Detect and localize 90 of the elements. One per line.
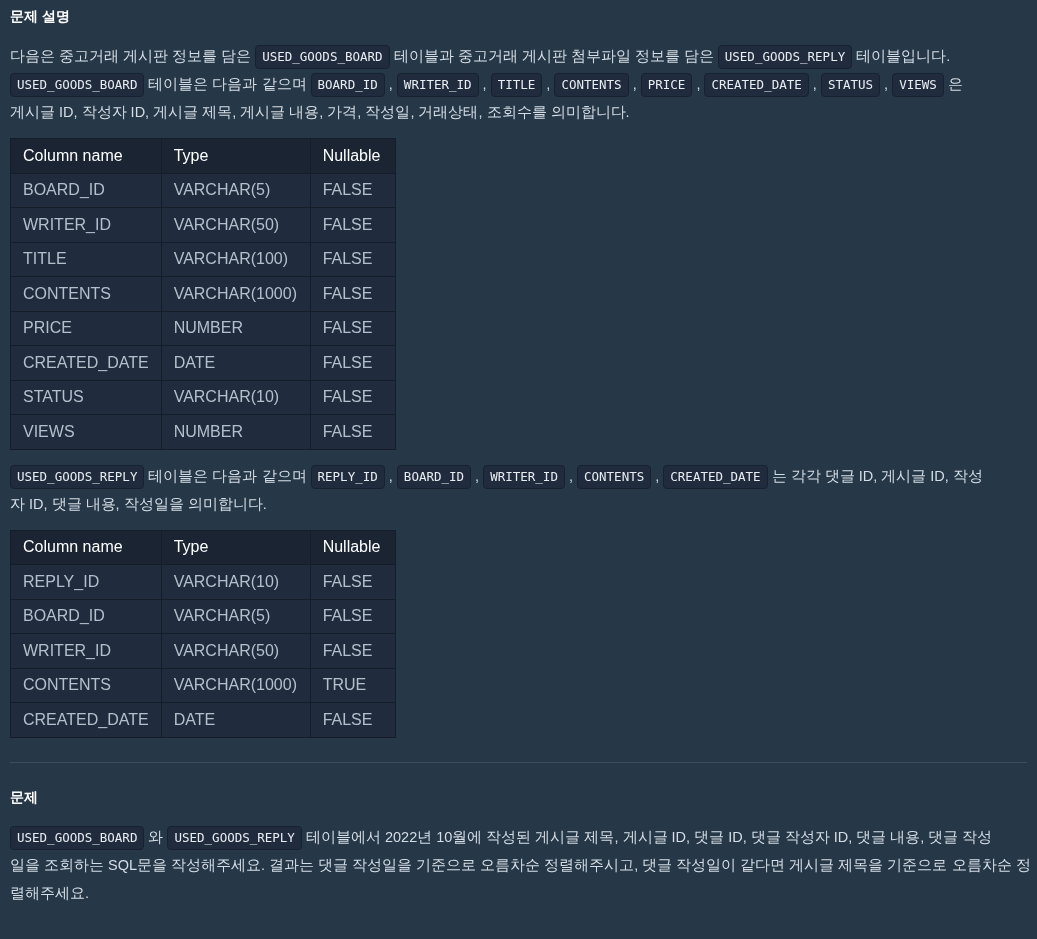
table-cell: FALSE [310, 276, 396, 311]
table-cell: FALSE [310, 599, 396, 634]
description-text: , [695, 75, 702, 94]
table-cell: FALSE [310, 702, 396, 737]
table-cell: FALSE [310, 311, 396, 346]
description-text: , [654, 466, 661, 486]
table-cell: VARCHAR(10) [161, 564, 311, 599]
table-cell: STATUS [10, 380, 162, 415]
table-cell: VARCHAR(1000) [161, 276, 311, 311]
description-text: 테이블입니다. [855, 47, 952, 66]
table-cell: NUMBER [161, 414, 311, 449]
inline-code: PRICE [640, 73, 693, 97]
table-cell: REPLY_ID [10, 564, 162, 599]
table-cell: BOARD_ID [10, 599, 162, 634]
section-heading: 문제 [10, 787, 39, 807]
table-cell: FALSE [310, 345, 396, 380]
table-cell: FALSE [310, 633, 396, 668]
description-text: , [567, 466, 574, 486]
table-cell: CREATED_DATE [10, 702, 162, 737]
table-cell: VIEWS [10, 414, 162, 449]
table-cell: CONTENTS [10, 668, 162, 703]
column-header: Column name [10, 530, 162, 565]
table-cell: BOARD_ID [10, 173, 162, 208]
column-header: Type [161, 138, 311, 173]
column-header: Nullable [310, 138, 396, 173]
description-text: 와 [147, 827, 165, 847]
description-text: , [545, 75, 552, 94]
table-cell: CONTENTS [10, 276, 162, 311]
description-text: 렬해주세요. [10, 883, 90, 903]
table-cell: DATE [161, 345, 311, 380]
column-header: Type [161, 530, 311, 565]
description-text: , [387, 75, 394, 94]
column-header: Nullable [310, 530, 396, 565]
table-cell: NUMBER [161, 311, 311, 346]
description-text: , [811, 75, 818, 94]
table-cell: TRUE [310, 668, 396, 703]
inline-code: WRITER_ID [483, 464, 565, 489]
table-cell: FALSE [310, 414, 396, 449]
column-header: Column name [10, 138, 162, 173]
description-text: 테이블에서 2022년 10월에 작성된 게시글 제목, 게시글 ID, 댓글 ID, 댓글 작성자 ID, 댓글 내용, 댓글 작성 [304, 827, 993, 847]
table-cell: FALSE [310, 173, 396, 208]
description-text: 일을 조회하는 SQL문을 작성해주세요. 결과는 댓글 작성일을 기준으로 오름차순 정렬해주시고, 댓글 작성일이 같다면 게시글 제목을 기준으로 오름차순 정 [10, 855, 1031, 875]
inline-code: USED_GOODS_REPLY [10, 464, 145, 489]
inline-code: BOARD_ID [396, 464, 472, 489]
table-cell: FALSE [310, 242, 396, 277]
table-cell: VARCHAR(5) [161, 599, 311, 634]
inline-code: USED_GOODS_REPLY [717, 45, 853, 69]
table-cell: DATE [161, 702, 311, 737]
inline-code: CONTENTS [554, 73, 629, 97]
section-heading: 문제 설명 [10, 7, 71, 26]
description-text: 는 각각 댓글 ID, 게시글 ID, 작성 [770, 466, 983, 486]
inline-code: USED_GOODS_BOARD [10, 73, 145, 97]
description-text: 테이블은 다음과 같으며 [147, 466, 308, 486]
description-text: 테이블과 중고거래 게시판 첨부파일 정보를 담은 [392, 47, 715, 66]
description-text: 게시글 ID, 작성자 ID, 게시글 제목, 게시글 내용, 가격, 작성일, 거래상태, 조회수를 의미합니다. [10, 103, 630, 122]
table-cell: VARCHAR(50) [161, 633, 311, 668]
description-text: , [883, 75, 890, 94]
table-cell: FALSE [310, 564, 396, 599]
inline-code: USED_GOODS_BOARD [255, 45, 390, 69]
description-text: , [474, 466, 481, 486]
inline-code: WRITER_ID [396, 73, 479, 97]
table-cell: CREATED_DATE [10, 345, 162, 380]
description-text: 은 [946, 75, 964, 94]
description-text: 다음은 중고거래 게시판 정보를 담은 [10, 47, 253, 66]
inline-code: CREATED_DATE [704, 73, 809, 97]
inline-code: CONTENTS [577, 464, 652, 489]
table-cell: VARCHAR(5) [161, 173, 311, 208]
description-text: 자 ID, 댓글 내용, 작성일을 의미합니다. [10, 494, 267, 514]
table-cell: VARCHAR(1000) [161, 668, 311, 703]
table-cell: FALSE [310, 207, 396, 242]
table-cell: PRICE [10, 311, 162, 346]
inline-code: BOARD_ID [310, 73, 385, 97]
table-cell: FALSE [310, 380, 396, 415]
inline-code: USED_GOODS_BOARD [10, 825, 145, 850]
inline-code: USED_GOODS_REPLY [167, 825, 302, 850]
table-cell: VARCHAR(100) [161, 242, 311, 277]
description-text: , [631, 75, 638, 94]
table-cell: WRITER_ID [10, 633, 162, 668]
table-cell: TITLE [10, 242, 162, 277]
table-cell: WRITER_ID [10, 207, 162, 242]
inline-code: REPLY_ID [310, 464, 385, 489]
table-cell: VARCHAR(50) [161, 207, 311, 242]
inline-code: STATUS [820, 73, 881, 97]
inline-code: CREATED_DATE [663, 464, 768, 489]
description-text: , [387, 466, 394, 486]
description-text: 테이블은 다음과 같으며 [147, 75, 308, 94]
inline-code: TITLE [490, 73, 543, 97]
inline-code: VIEWS [892, 73, 944, 97]
table-cell: VARCHAR(10) [161, 380, 311, 415]
description-text: , [481, 75, 488, 94]
